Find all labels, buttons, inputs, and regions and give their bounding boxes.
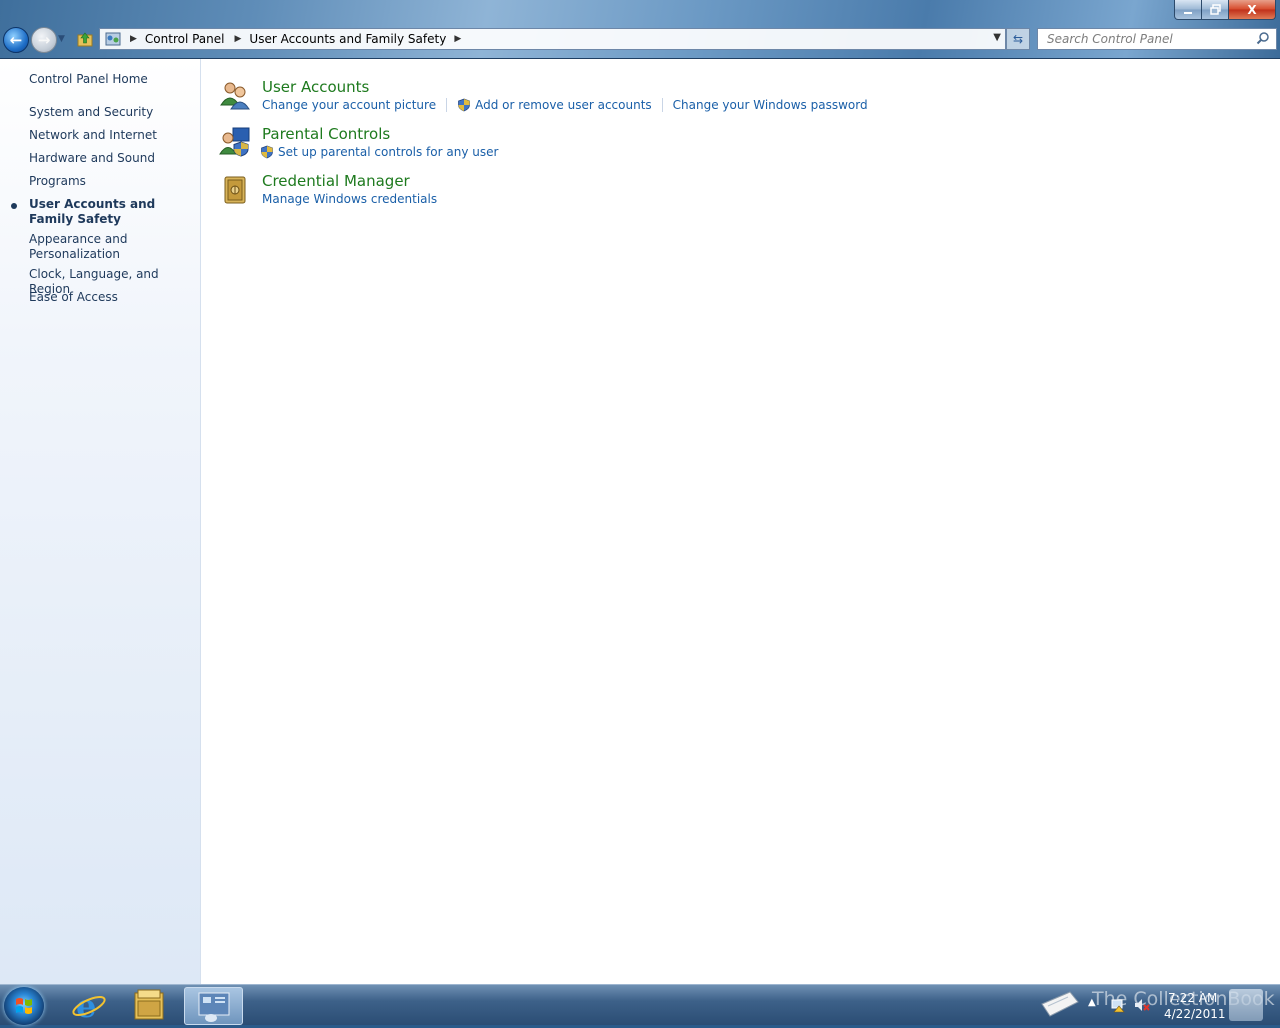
taskbar-control-panel[interactable]	[184, 987, 243, 1025]
recent-pages-button[interactable]: ▼	[58, 34, 65, 44]
forward-button[interactable]: →	[31, 27, 57, 53]
arrow-right-icon: →	[37, 31, 51, 49]
nav-ease-of-access[interactable]: Ease of Access	[29, 290, 194, 305]
minimize-icon	[1184, 11, 1192, 14]
task-divider	[446, 98, 448, 112]
start-button[interactable]	[4, 987, 44, 1025]
arrow-left-icon: ←	[9, 31, 23, 49]
navigation-pane: Control Panel Home System and Security N…	[0, 59, 201, 984]
control-panel-icon	[198, 992, 230, 1022]
show-desktop-button[interactable]	[1229, 989, 1263, 1021]
minimize-button[interactable]	[1174, 0, 1202, 20]
folder-up-icon[interactable]	[77, 31, 93, 47]
add-remove-accounts-link[interactable]: Add or remove user accounts	[475, 98, 652, 112]
nav-network-and-internet[interactable]: Network and Internet	[29, 128, 194, 143]
notebook-icon[interactable]	[1040, 988, 1080, 1022]
search-box[interactable]	[1037, 28, 1277, 50]
uac-shield-icon	[261, 145, 273, 159]
nav-programs[interactable]: Programs	[29, 174, 194, 189]
chevron-down-icon[interactable]: ▼	[993, 32, 1001, 43]
nav-user-accounts-and-family-safety[interactable]: User Accounts and Family Safety	[29, 197, 179, 227]
parental-controls-tasks: Set up parental controls for any user	[261, 145, 498, 159]
nav-system-and-security[interactable]: System and Security	[29, 105, 194, 120]
nav-hardware-and-sound[interactable]: Hardware and Sound	[29, 151, 194, 166]
refresh-button[interactable]: ⇆	[1006, 28, 1030, 50]
chevron-right-icon[interactable]: ▶	[130, 34, 137, 44]
clock-date[interactable]: 4/22/2011	[1164, 1007, 1226, 1021]
change-password-link[interactable]: Change your Windows password	[673, 98, 868, 112]
chevron-right-icon[interactable]: ▶	[454, 34, 461, 44]
taskbar: e The CollectionBook ▲ 7:22 AM 4/22/2011	[0, 984, 1280, 1025]
user-accounts-tasks: Change your account picture Add or remov…	[262, 98, 868, 112]
credential-manager-title[interactable]: Credential Manager	[262, 172, 410, 190]
user-accounts-title[interactable]: User Accounts	[262, 78, 369, 96]
taskbar-internet-explorer[interactable]: e	[62, 987, 116, 1025]
vault-icon[interactable]	[219, 174, 251, 206]
show-hidden-icons-icon[interactable]: ▲	[1088, 997, 1096, 1008]
parental-controls-icon[interactable]	[219, 126, 251, 158]
change-account-picture-link[interactable]: Change your account picture	[262, 98, 436, 112]
breadcrumb-user-accounts[interactable]: User Accounts and Family Safety	[249, 32, 446, 46]
windows-logo-icon	[16, 998, 32, 1014]
window-chrome: X ← → ▼ ▶ Control Panel ▶ User Accounts …	[0, 0, 1280, 59]
taskbar-windows-explorer[interactable]	[122, 987, 176, 1023]
volume-muted-icon[interactable]	[1134, 997, 1150, 1013]
nav-appearance-and-personalization[interactable]: Appearance and Personalization	[29, 232, 129, 262]
credential-manager-tasks: Manage Windows credentials	[262, 192, 437, 206]
windows-explorer-icon	[134, 989, 164, 1020]
breadcrumb-control-panel[interactable]: Control Panel	[145, 32, 225, 46]
close-button[interactable]: X	[1228, 0, 1276, 20]
nav-control-panel-home[interactable]: Control Panel Home	[29, 72, 194, 87]
manage-credentials-link[interactable]: Manage Windows credentials	[262, 192, 437, 206]
uac-shield-icon	[458, 98, 470, 112]
users-icon[interactable]	[219, 79, 251, 111]
refresh-icon: ⇆	[1012, 32, 1024, 46]
search-icon[interactable]	[1256, 31, 1270, 45]
restore-icon	[1209, 4, 1221, 15]
control-panel-icon	[105, 32, 121, 46]
search-input[interactable]	[1045, 31, 1254, 47]
parental-controls-title[interactable]: Parental Controls	[262, 125, 390, 143]
address-bar[interactable]: ▶ Control Panel ▶ User Accounts and Fami…	[99, 28, 1006, 50]
set-up-parental-controls-link[interactable]: Set up parental controls for any user	[278, 145, 498, 159]
network-warning-icon[interactable]	[1110, 997, 1126, 1013]
restore-button[interactable]	[1201, 0, 1229, 20]
current-page-bullet	[11, 203, 17, 209]
task-divider	[661, 98, 663, 112]
back-button[interactable]: ←	[3, 27, 29, 53]
chevron-right-icon[interactable]: ▶	[235, 34, 242, 44]
clock-time[interactable]: 7:22 AM	[1168, 991, 1217, 1005]
main-content: User Accounts Change your account pictur…	[201, 59, 1280, 984]
internet-explorer-icon: e	[72, 987, 106, 1025]
